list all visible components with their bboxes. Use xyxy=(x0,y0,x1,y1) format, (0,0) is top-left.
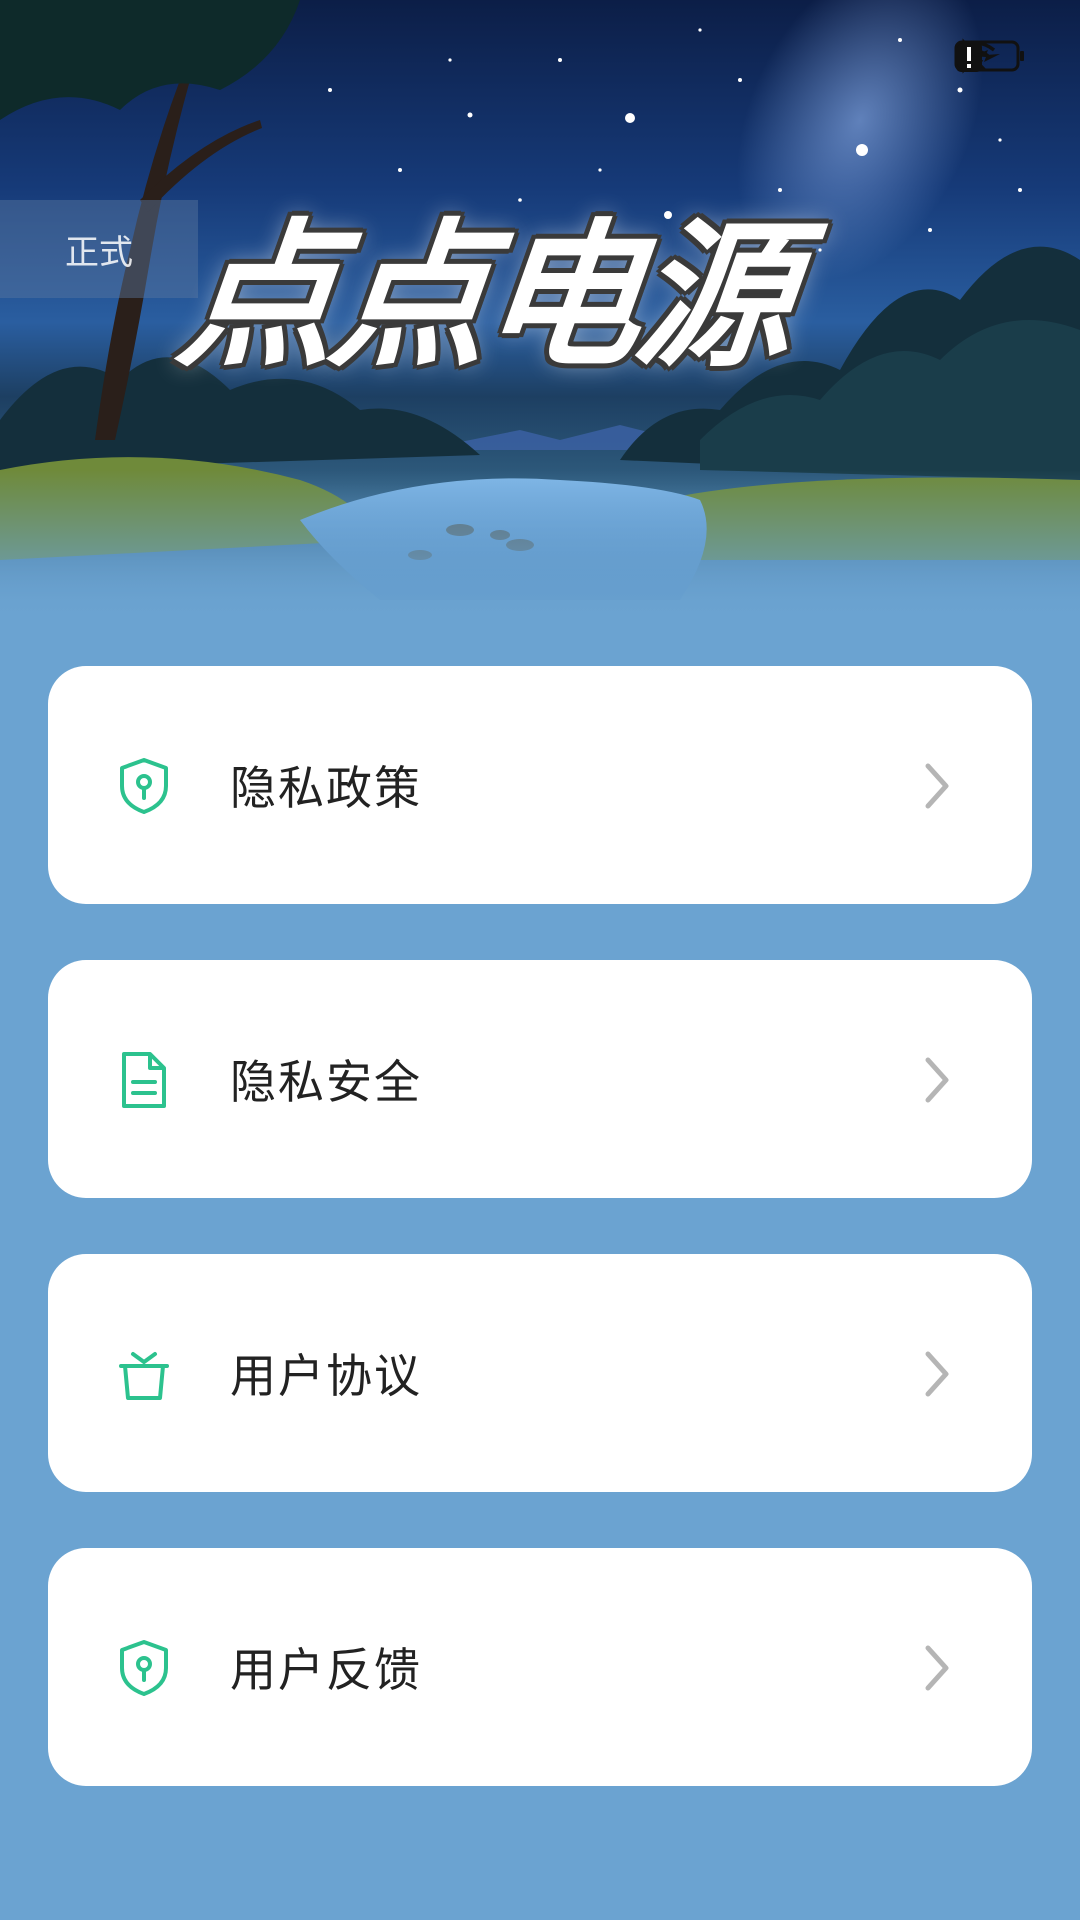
chevron-right-icon xyxy=(920,1350,954,1398)
status-bar xyxy=(954,38,1024,82)
hero-banner: 正式 点点电源 xyxy=(0,0,1080,620)
app-title: 点点电源 xyxy=(170,205,798,389)
menu-item-label: 隐私安全 xyxy=(230,1055,422,1109)
chevron-right-icon xyxy=(920,762,954,810)
menu-item-label: 用户协议 xyxy=(230,1349,422,1403)
document-icon xyxy=(116,1050,172,1110)
menu-item-privacy-policy[interactable]: 隐私政策 xyxy=(48,666,1032,904)
menu-item-user-feedback[interactable]: 用户反馈 xyxy=(48,1548,1032,1786)
menu-item-label: 用户反馈 xyxy=(230,1643,422,1697)
shield-key-icon xyxy=(116,1638,172,1698)
settings-menu: 隐私政策 隐私安全 用户协议 用户反馈 xyxy=(48,666,1032,1842)
chevron-right-icon xyxy=(920,1056,954,1104)
menu-item-label: 隐私政策 xyxy=(230,761,422,815)
environment-badge: 正式 xyxy=(0,200,198,298)
shield-key-icon xyxy=(116,756,172,816)
gift-box-icon xyxy=(116,1344,172,1404)
menu-item-user-agreement[interactable]: 用户协议 xyxy=(48,1254,1032,1492)
menu-item-privacy-security[interactable]: 隐私安全 xyxy=(48,960,1032,1198)
chevron-right-icon xyxy=(920,1644,954,1692)
